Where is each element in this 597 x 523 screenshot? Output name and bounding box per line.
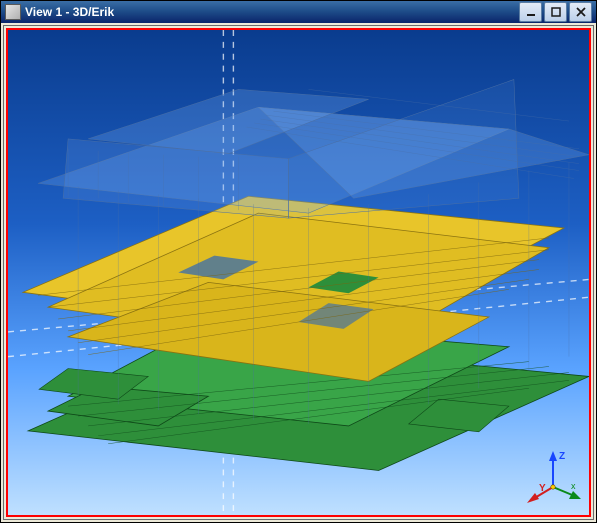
app-icon — [5, 4, 21, 20]
3d-viewport[interactable]: Z x Y — [6, 28, 591, 517]
close-button[interactable] — [569, 2, 592, 22]
model-graphic — [8, 30, 589, 515]
axis-z: Z — [549, 451, 565, 487]
minimize-icon — [525, 6, 537, 18]
axis-x: x — [553, 481, 581, 499]
close-icon — [575, 6, 587, 18]
window-title: View 1 - 3D/Erik — [25, 5, 519, 19]
svg-text:x: x — [571, 481, 576, 491]
client-area: Z x Y — [3, 25, 594, 520]
maximize-icon — [550, 6, 562, 18]
axis-indicator: Z x Y — [525, 449, 581, 505]
window-buttons — [519, 2, 592, 22]
svg-text:Y: Y — [539, 483, 546, 494]
axis-y: Y — [527, 483, 553, 503]
maximize-button[interactable] — [544, 2, 567, 22]
view-window: View 1 - 3D/Erik — [0, 0, 597, 523]
axis-origin — [551, 485, 555, 489]
svg-text:Z: Z — [559, 451, 565, 462]
minimize-button[interactable] — [519, 2, 542, 22]
upper-structure — [38, 79, 589, 218]
titlebar[interactable]: View 1 - 3D/Erik — [1, 1, 596, 23]
